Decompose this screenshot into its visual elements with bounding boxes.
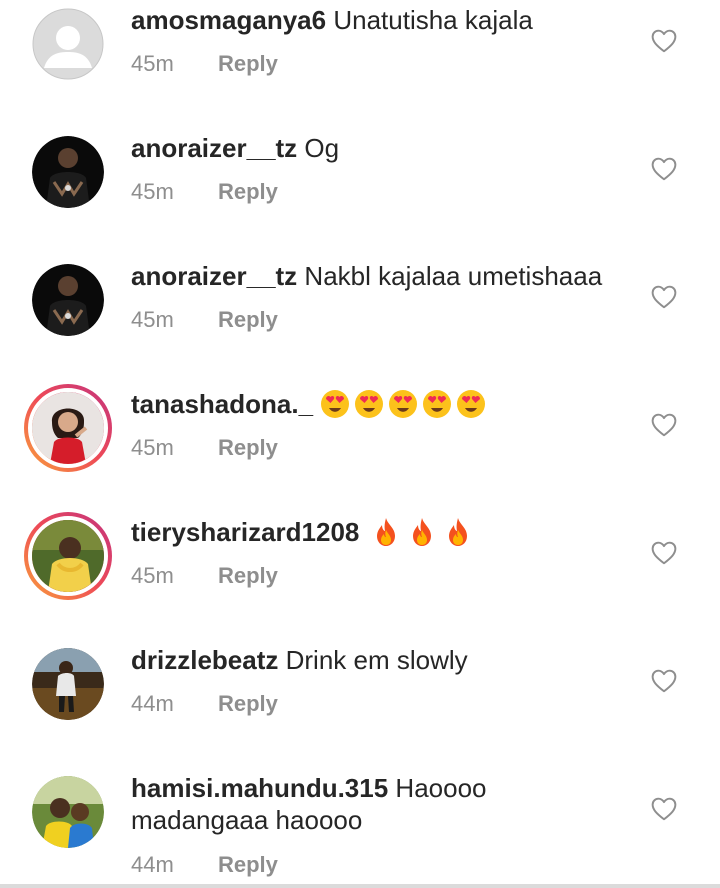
- comment-username[interactable]: tanashadona._: [131, 389, 313, 419]
- heart-icon[interactable]: [651, 413, 677, 437]
- emoji-group: [320, 389, 490, 419]
- reply-button[interactable]: Reply: [218, 691, 278, 716]
- comments-list: amosmaganya6 Unatutisha kajala 45m Reply …: [0, 0, 720, 888]
- comment-username[interactable]: anoraizer__tz: [131, 261, 297, 291]
- comment-body: Nakbl kajalaa umetishaaa: [304, 261, 603, 291]
- heart-eyes-emoji: [422, 389, 452, 419]
- user-photo: [28, 516, 108, 596]
- comment-username[interactable]: hamisi.mahundu.315: [131, 773, 388, 803]
- heart-icon[interactable]: [651, 541, 677, 565]
- user-photo: [32, 264, 104, 336]
- heart-eyes-emoji: [354, 389, 384, 419]
- avatar-story-ring[interactable]: [24, 512, 112, 600]
- comment-time: 45m: [131, 179, 174, 204]
- avatar[interactable]: [32, 648, 104, 720]
- reply-button[interactable]: Reply: [218, 563, 278, 588]
- avatar-story-ring[interactable]: [24, 384, 112, 472]
- comment-text: tanashadona._: [131, 388, 631, 420]
- comment-username[interactable]: tierysharizard1208: [131, 517, 359, 547]
- heart-eyes-emoji: [456, 389, 486, 419]
- reply-button[interactable]: Reply: [218, 51, 278, 76]
- comment-meta: 45m Reply: [131, 434, 278, 462]
- comment-time: 44m: [131, 691, 174, 716]
- comment-username[interactable]: anoraizer__tz: [131, 133, 297, 163]
- bottom-divider: [0, 884, 720, 888]
- comment-text: anoraizer__tz Og: [131, 132, 631, 164]
- heart-icon[interactable]: [651, 157, 677, 181]
- comment-body: Drink em slowly: [285, 645, 468, 675]
- comment-time: 45m: [131, 51, 174, 76]
- heart-icon[interactable]: [651, 797, 677, 821]
- reply-button[interactable]: Reply: [218, 435, 278, 460]
- fire-emoji: [373, 517, 399, 547]
- comment-meta: 45m Reply: [131, 306, 278, 334]
- user-photo: [32, 776, 104, 848]
- user-photo: [32, 648, 104, 720]
- user-photo: [28, 388, 108, 468]
- comment-text: tierysharizard1208: [131, 516, 631, 548]
- default-avatar-icon: [32, 8, 104, 80]
- reply-button[interactable]: Reply: [218, 307, 278, 332]
- comment-time: 45m: [131, 563, 174, 588]
- comment-time: 44m: [131, 852, 174, 877]
- heart-icon[interactable]: [651, 29, 677, 53]
- avatar[interactable]: [32, 264, 104, 336]
- heart-eyes-emoji: [388, 389, 418, 419]
- comment-text: amosmaganya6 Unatutisha kajala: [131, 4, 631, 36]
- comment-text: hamisi.mahundu.315 Haoooo madangaaa haoo…: [131, 772, 571, 836]
- comment-time: 45m: [131, 435, 174, 460]
- comment-meta: 44m Reply: [131, 690, 278, 718]
- user-photo: [32, 136, 104, 208]
- comment-meta: 45m Reply: [131, 562, 278, 590]
- heart-icon[interactable]: [651, 285, 677, 309]
- comment-meta: 45m Reply: [131, 178, 278, 206]
- comment-body: Og: [304, 133, 340, 163]
- comment-time: 45m: [131, 307, 174, 332]
- reply-button[interactable]: Reply: [218, 179, 278, 204]
- comment-text: drizzlebeatz Drink em slowly: [131, 644, 631, 676]
- reply-button[interactable]: Reply: [218, 852, 278, 877]
- avatar[interactable]: [32, 8, 104, 80]
- comment-meta: 44m Reply: [131, 851, 278, 879]
- fire-emoji: [409, 517, 435, 547]
- heart-eyes-emoji: [320, 389, 350, 419]
- fire-emoji: [445, 517, 471, 547]
- emoji-group: [367, 517, 475, 547]
- avatar[interactable]: [32, 776, 104, 848]
- comment-text: anoraizer__tz Nakbl kajalaa umetishaaa: [131, 260, 631, 292]
- comment-body: Unatutisha kajala: [333, 5, 533, 35]
- comment-meta: 45m Reply: [131, 50, 278, 78]
- comment-username[interactable]: drizzlebeatz: [131, 645, 278, 675]
- avatar[interactable]: [32, 136, 104, 208]
- heart-icon[interactable]: [651, 669, 677, 693]
- comment-username[interactable]: amosmaganya6: [131, 5, 326, 35]
